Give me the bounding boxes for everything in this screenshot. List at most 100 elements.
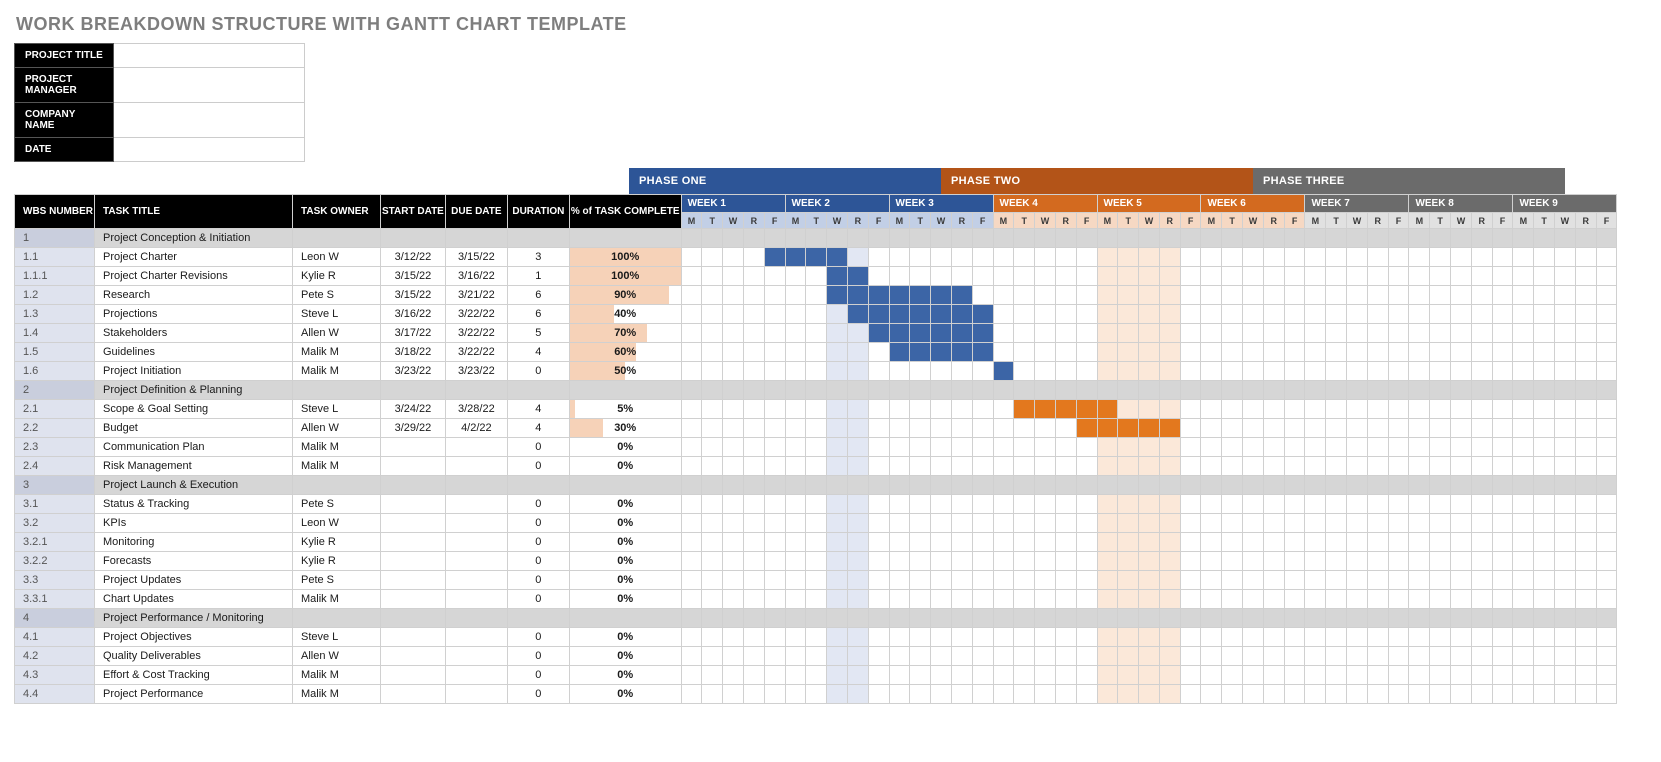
gantt-cell[interactable]: [1222, 476, 1243, 495]
gantt-cell[interactable]: [1263, 457, 1284, 476]
gantt-cell[interactable]: [1118, 457, 1139, 476]
gantt-cell[interactable]: [1139, 248, 1160, 267]
gantt-cell[interactable]: [681, 381, 702, 400]
gantt-cell[interactable]: [1305, 343, 1326, 362]
gantt-cell[interactable]: [827, 419, 848, 438]
gantt-cell[interactable]: [951, 647, 972, 666]
gantt-cell[interactable]: [1076, 552, 1097, 571]
owner-cell[interactable]: Malik M: [293, 362, 381, 381]
gantt-cell[interactable]: [1575, 267, 1596, 286]
wbs-cell[interactable]: 1: [15, 229, 95, 248]
gantt-cell[interactable]: [847, 685, 868, 704]
gantt-cell[interactable]: [1409, 267, 1430, 286]
gantt-cell[interactable]: [702, 514, 723, 533]
gantt-cell[interactable]: [1159, 248, 1180, 267]
gantt-cell[interactable]: [1347, 590, 1368, 609]
gantt-cell[interactable]: [1575, 552, 1596, 571]
task-row[interactable]: 3.3.1Chart UpdatesMalik M00%: [15, 590, 1617, 609]
gantt-cell[interactable]: [847, 229, 868, 248]
gantt-cell[interactable]: [1243, 647, 1264, 666]
gantt-cell[interactable]: [1367, 229, 1388, 248]
gantt-cell[interactable]: [1326, 495, 1347, 514]
gantt-cell[interactable]: [1305, 647, 1326, 666]
gantt-cell[interactable]: [1388, 400, 1409, 419]
gantt-cell[interactable]: [764, 647, 785, 666]
duration-cell[interactable]: 3: [507, 248, 569, 267]
gantt-cell[interactable]: [723, 343, 744, 362]
gantt-cell[interactable]: [1492, 457, 1513, 476]
gantt-cell[interactable]: [1222, 286, 1243, 305]
gantt-cell[interactable]: [1055, 590, 1076, 609]
gantt-cell[interactable]: [723, 267, 744, 286]
gantt-cell[interactable]: [827, 647, 848, 666]
gantt-cell[interactable]: [1575, 628, 1596, 647]
gantt-cell[interactable]: [764, 590, 785, 609]
gantt-cell[interactable]: [702, 666, 723, 685]
gantt-cell[interactable]: [1222, 381, 1243, 400]
gantt-cell[interactable]: [1201, 685, 1222, 704]
start-date-cell[interactable]: [381, 457, 446, 476]
gantt-cell[interactable]: [1014, 533, 1035, 552]
gantt-cell[interactable]: [972, 419, 993, 438]
gantt-cell[interactable]: [1035, 514, 1056, 533]
gantt-cell[interactable]: [1014, 229, 1035, 248]
start-date-cell[interactable]: [381, 552, 446, 571]
gantt-cell[interactable]: [702, 343, 723, 362]
gantt-cell[interactable]: [1035, 685, 1056, 704]
gantt-cell[interactable]: [1118, 552, 1139, 571]
gantt-cell[interactable]: [1076, 476, 1097, 495]
gantt-cell[interactable]: [1575, 457, 1596, 476]
gantt-cell[interactable]: [743, 685, 764, 704]
gantt-cell[interactable]: [1243, 628, 1264, 647]
gantt-cell[interactable]: [1097, 229, 1118, 248]
gantt-cell[interactable]: [702, 400, 723, 419]
meta-input[interactable]: [114, 44, 305, 68]
gantt-cell[interactable]: [1014, 343, 1035, 362]
gantt-cell[interactable]: [1451, 552, 1472, 571]
gantt-cell[interactable]: [931, 571, 952, 590]
gantt-cell[interactable]: [764, 685, 785, 704]
start-date-cell[interactable]: [381, 533, 446, 552]
gantt-cell[interactable]: [1534, 628, 1555, 647]
gantt-cell[interactable]: [1243, 552, 1264, 571]
owner-cell[interactable]: Leon W: [293, 248, 381, 267]
section-row[interactable]: 4Project Performance / Monitoring: [15, 609, 1617, 628]
gantt-cell[interactable]: [1035, 476, 1056, 495]
gantt-cell[interactable]: [806, 419, 827, 438]
gantt-cell[interactable]: [1555, 381, 1576, 400]
gantt-cell[interactable]: [1035, 305, 1056, 324]
gantt-cell[interactable]: [1159, 533, 1180, 552]
gantt-cell[interactable]: [889, 267, 910, 286]
gantt-cell[interactable]: [827, 495, 848, 514]
gantt-cell[interactable]: [764, 628, 785, 647]
gantt-cell[interactable]: [1201, 362, 1222, 381]
gantt-cell[interactable]: [1367, 457, 1388, 476]
gantt-cell[interactable]: [1471, 229, 1492, 248]
gantt-cell[interactable]: [1596, 628, 1617, 647]
due-date-cell[interactable]: [445, 476, 507, 495]
gantt-cell[interactable]: [1055, 609, 1076, 628]
gantt-cell[interactable]: [743, 324, 764, 343]
wbs-cell[interactable]: 2.1: [15, 400, 95, 419]
gantt-cell[interactable]: [764, 476, 785, 495]
gantt-cell[interactable]: [1055, 457, 1076, 476]
gantt-cell[interactable]: [1201, 495, 1222, 514]
gantt-cell[interactable]: [1388, 362, 1409, 381]
gantt-cell[interactable]: [931, 305, 952, 324]
gantt-cell[interactable]: [681, 552, 702, 571]
gantt-cell[interactable]: [1097, 533, 1118, 552]
gantt-cell[interactable]: [1409, 476, 1430, 495]
gantt-cell[interactable]: [764, 457, 785, 476]
gantt-cell[interactable]: [764, 438, 785, 457]
task-row[interactable]: 3.2.2ForecastsKylie R00%: [15, 552, 1617, 571]
pct-complete-cell[interactable]: 0%: [569, 457, 681, 476]
gantt-cell[interactable]: [681, 647, 702, 666]
gantt-cell[interactable]: [1326, 248, 1347, 267]
gantt-cell[interactable]: [1347, 229, 1368, 248]
gantt-cell[interactable]: [1430, 666, 1451, 685]
gantt-cell[interactable]: [1263, 324, 1284, 343]
gantt-cell[interactable]: [681, 343, 702, 362]
gantt-cell[interactable]: [1305, 305, 1326, 324]
gantt-cell[interactable]: [1555, 324, 1576, 343]
gantt-cell[interactable]: [1430, 343, 1451, 362]
